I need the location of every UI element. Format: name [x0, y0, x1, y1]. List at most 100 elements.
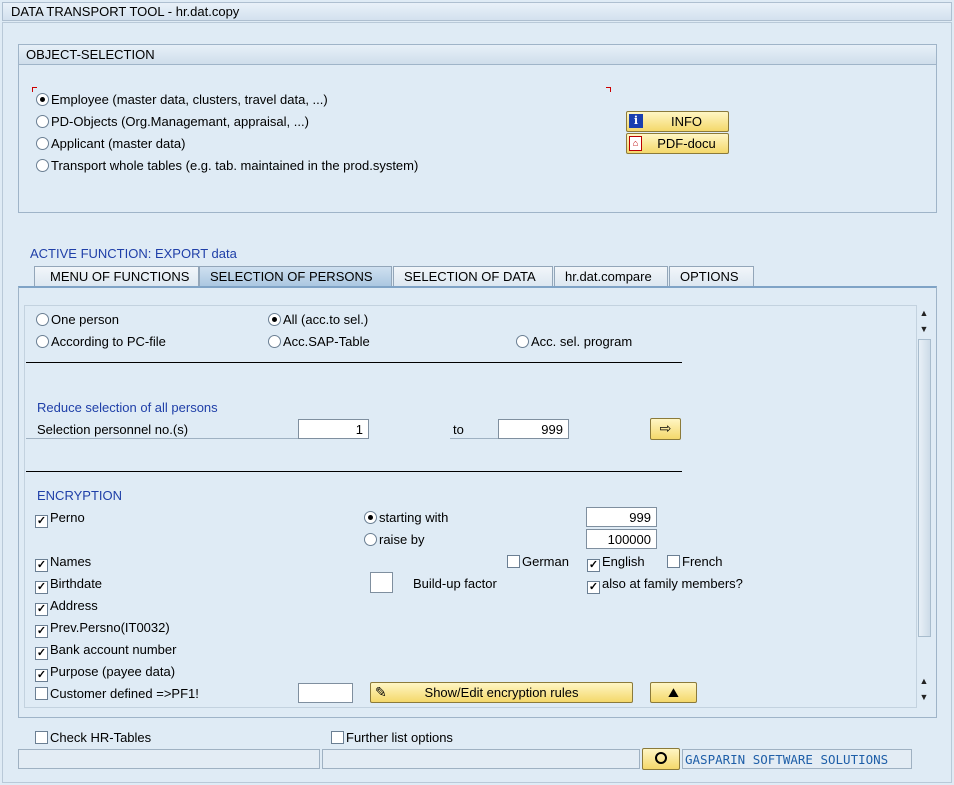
execute-button[interactable] [642, 748, 680, 770]
radio-sel-program-circle[interactable] [516, 335, 529, 348]
customer-defined-input[interactable] [298, 683, 353, 703]
personnel-to-input[interactable]: 999 [498, 419, 569, 439]
object-selection-header: OBJECT-SELECTION [19, 45, 936, 65]
scroll-thumb[interactable] [918, 339, 931, 637]
checkbox-address-box[interactable]: ✓ [35, 603, 48, 616]
radio-transport-tables-circle[interactable] [36, 159, 49, 172]
radio-starting-with[interactable]: starting with [364, 510, 448, 525]
multiple-selection-button[interactable]: ⇨ [650, 418, 681, 440]
checkbox-family-label: also at family members? [602, 576, 743, 591]
checkbox-check-hr-tables[interactable]: Check HR-Tables [35, 730, 151, 745]
radio-pc-file-circle[interactable] [36, 335, 49, 348]
radio-starting-with-circle[interactable] [364, 511, 377, 524]
checkbox-german-box[interactable] [507, 555, 520, 568]
divider-2 [26, 471, 682, 472]
checkbox-bank[interactable]: ✓ Bank account number [35, 642, 176, 660]
radio-all-sel-circle[interactable] [268, 313, 281, 326]
corner-mark-right [606, 87, 611, 92]
checkbox-address-label: Address [50, 598, 98, 613]
tab-selection-of-persons-label: SELECTION OF PERSONS [210, 269, 373, 284]
checkbox-address[interactable]: ✓ Address [35, 598, 98, 616]
pencil-icon: ✎ [375, 684, 387, 700]
checkbox-french-box[interactable] [667, 555, 680, 568]
radio-sap-table-circle[interactable] [268, 335, 281, 348]
to-label-text: to [453, 422, 464, 437]
show-edit-rules-label: Show/Edit encryption rules [424, 685, 579, 700]
scrollbar[interactable]: ▲ ▼ ▲ ▼ [917, 305, 932, 708]
checkbox-customer-box[interactable] [35, 687, 48, 700]
radio-raise-by-label: raise by [379, 532, 425, 547]
radio-transport-tables[interactable]: Transport whole tables (e.g. tab. mainta… [36, 158, 418, 173]
status-field-1 [18, 749, 320, 769]
checkbox-birthdate-box[interactable]: ✓ [35, 581, 48, 594]
picture-icon: ⛰ [668, 685, 679, 700]
tab-options-label: OPTIONS [680, 269, 739, 284]
show-edit-rules-button[interactable]: ✎ Show/Edit encryption rules [370, 682, 633, 703]
checkbox-english-label: English [602, 554, 645, 569]
checkbox-german[interactable]: German [507, 554, 569, 569]
checkbox-french-label: French [682, 554, 723, 569]
tab-hr-dat-compare[interactable]: hr.dat.compare [554, 266, 668, 287]
tab-menu-of-functions[interactable]: MENU OF FUNCTIONS [34, 266, 199, 287]
checkbox-check-hr-tables-box[interactable] [35, 731, 48, 744]
image-button[interactable]: ⛰ [650, 682, 697, 703]
checkbox-family-box[interactable]: ✓ [587, 581, 600, 594]
radio-employee-circle[interactable] [36, 93, 49, 106]
checkbox-customer[interactable]: Customer defined =>PF1! [35, 686, 199, 701]
checkbox-prev-perno[interactable]: ✓ Prev.Persno(IT0032) [35, 620, 170, 638]
scroll-down-arrow[interactable]: ▼ [918, 691, 930, 703]
checkbox-family[interactable]: ✓ also at family members? [587, 576, 743, 594]
radio-transport-tables-label: Transport whole tables (e.g. tab. mainta… [51, 158, 419, 173]
radio-all-sel[interactable]: All (acc.to sel.) [268, 312, 368, 327]
checkbox-bank-label: Bank account number [50, 642, 177, 657]
tab-options[interactable]: OPTIONS [669, 266, 754, 287]
checkbox-further-list[interactable]: Further list options [331, 730, 453, 745]
radio-starting-with-label: starting with [379, 510, 449, 525]
radio-applicant[interactable]: Applicant (master data) [36, 136, 185, 151]
buildup-factor-input[interactable] [370, 572, 393, 593]
checkbox-birthdate-label: Birthdate [50, 576, 103, 591]
checkbox-french[interactable]: French [667, 554, 722, 569]
brand-text: GASPARIN SOFTWARE SOLUTIONS [685, 752, 889, 767]
checkbox-purpose-box[interactable]: ✓ [35, 669, 48, 682]
checkbox-english[interactable]: ✓ English [587, 554, 645, 572]
radio-one-person[interactable]: One person [36, 312, 119, 327]
pdf-docu-button[interactable]: ⌂ PDF-docu [626, 133, 729, 154]
checkbox-purpose-label: Purpose (payee data) [50, 664, 176, 679]
checkbox-bank-box[interactable]: ✓ [35, 647, 48, 660]
raise-by-input[interactable]: 100000 [586, 529, 657, 549]
checkbox-prev-perno-box[interactable]: ✓ [35, 625, 48, 638]
radio-pd-objects-circle[interactable] [36, 115, 49, 128]
radio-pc-file[interactable]: According to PC-file [36, 334, 166, 349]
radio-pd-objects[interactable]: PD-Objects (Org.Managemant, appraisal, .… [36, 114, 309, 129]
checkbox-names[interactable]: ✓ Names [35, 554, 91, 572]
starting-with-input[interactable]: 999 [586, 507, 657, 527]
radio-employee[interactable]: Employee (master data, clusters, travel … [36, 92, 328, 107]
checkbox-check-hr-tables-label: Check HR-Tables [50, 730, 152, 745]
scroll-down-arrow-top[interactable]: ▼ [918, 323, 930, 335]
checkbox-birthdate[interactable]: ✓ Birthdate [35, 576, 102, 594]
checkbox-names-box[interactable]: ✓ [35, 559, 48, 572]
radio-one-person-circle[interactable] [36, 313, 49, 326]
status-field-2 [322, 749, 640, 769]
checkbox-perno-box[interactable]: ✓ [35, 515, 48, 528]
personnel-from-input[interactable]: 1 [298, 419, 369, 439]
tab-selection-of-persons[interactable]: SELECTION OF PERSONS [199, 266, 392, 287]
checkbox-english-box[interactable]: ✓ [587, 559, 600, 572]
selection-personnel-label: Selection personnel no.(s) [26, 420, 298, 439]
radio-sap-table[interactable]: Acc.SAP-Table [268, 334, 370, 349]
scroll-up-arrow-bottom[interactable]: ▲ [918, 675, 930, 687]
checkbox-prev-perno-label: Prev.Persno(IT0032) [50, 620, 170, 635]
radio-sel-program[interactable]: Acc. sel. program [516, 334, 632, 349]
tab-selection-of-data-label: SELECTION OF DATA [404, 269, 536, 284]
checkbox-further-list-box[interactable] [331, 731, 344, 744]
scroll-up-arrow[interactable]: ▲ [918, 307, 930, 319]
checkbox-perno[interactable]: ✓ Perno [35, 510, 85, 528]
radio-raise-by[interactable]: raise by [364, 532, 425, 547]
radio-raise-by-circle[interactable] [364, 533, 377, 546]
checkbox-purpose[interactable]: ✓ Purpose (payee data) [35, 664, 175, 682]
radio-employee-label: Employee (master data, clusters, travel … [51, 92, 328, 107]
radio-applicant-circle[interactable] [36, 137, 49, 150]
tab-selection-of-data[interactable]: SELECTION OF DATA [393, 266, 553, 287]
info-button[interactable]: i INFO [626, 111, 729, 132]
